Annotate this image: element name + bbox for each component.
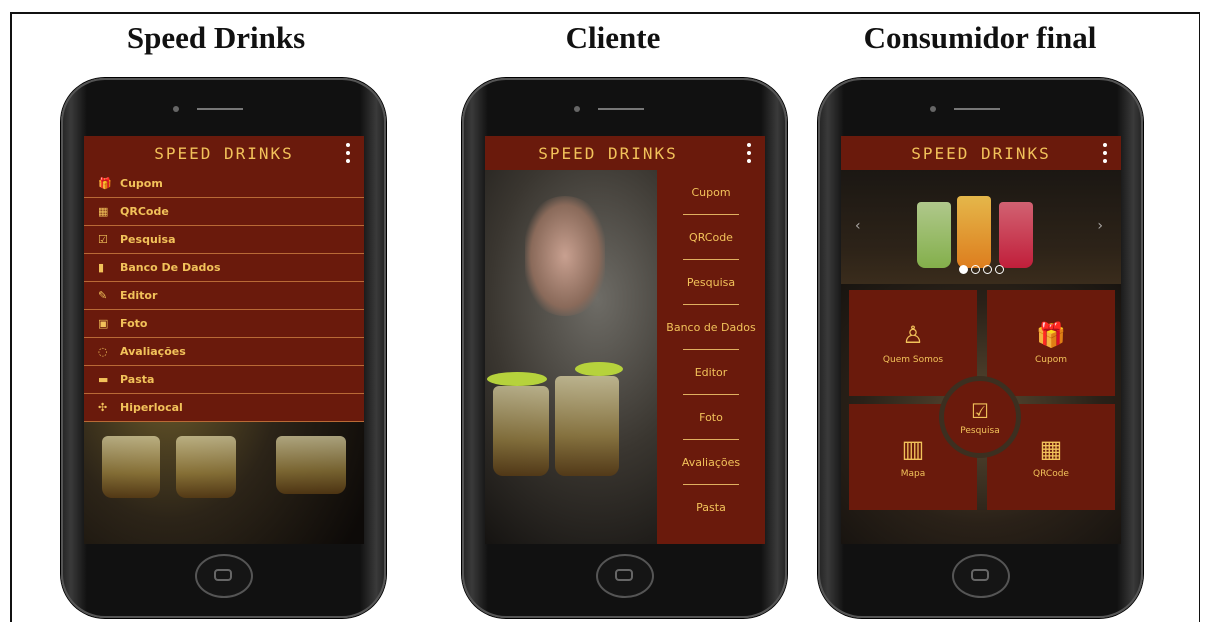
gift-icon: 🎁	[98, 177, 112, 190]
client-side-menu: Cupom QRCode Pesquisa Banco de Dados Edi…	[657, 170, 765, 544]
app-bar: SPEED DRINKS	[841, 136, 1121, 170]
admin-menu-item-foto[interactable]: ▣ Foto	[84, 310, 364, 338]
carousel-drink	[917, 202, 951, 268]
carousel-indicator[interactable]	[959, 265, 968, 274]
image-carousel[interactable]: ‹ ›	[841, 170, 1121, 284]
database-icon: ▮	[98, 261, 105, 274]
admin-menu-item-banco[interactable]: ▮ Banco De Dados	[84, 254, 364, 282]
overflow-menu-icon[interactable]	[342, 143, 354, 163]
background-glass	[493, 386, 549, 476]
tile-pesquisa[interactable]: ☑ Pesquisa	[939, 376, 1021, 458]
user-icon: ♙	[902, 321, 924, 349]
admin-menu-item-hiperlocal[interactable]: ✣ Hiperlocal	[84, 394, 364, 422]
qrcode-icon: ▦	[1039, 435, 1063, 463]
phone-client: SPEED DRINKS Cupom QRCode Pesquisa Banco…	[462, 78, 787, 618]
folder-icon: ▬	[98, 373, 109, 386]
phone-speaker	[598, 108, 644, 110]
overflow-menu-icon[interactable]	[1099, 143, 1111, 163]
phone-admin: SPEED DRINKS 🎁 Cupom ▦ QRCode ☑ Pesquisa ▮ B…	[61, 78, 386, 618]
lime-slice	[575, 362, 623, 376]
background-glass	[276, 436, 346, 494]
home-button[interactable]	[595, 554, 654, 598]
gift-icon: 🎁	[1036, 321, 1066, 349]
left-column-title: Speed Drinks	[126, 20, 306, 55]
background-glass	[555, 376, 619, 476]
tile-quem-somos[interactable]: ♙ Quem Somos	[849, 290, 977, 396]
admin-menu-item-editor[interactable]: ✎ Editor	[84, 282, 364, 310]
hyperlocal-icon: ✣	[98, 401, 108, 414]
client-menu-item-cupom[interactable]: Cupom	[657, 170, 765, 215]
consumer-screen: SPEED DRINKS ‹ › ♙ Quem Somos 🎁 Cupom ▥ …	[841, 136, 1121, 544]
client-screen: SPEED DRINKS Cupom QRCode Pesquisa Banco…	[485, 136, 765, 544]
home-tiles: ♙ Quem Somos 🎁 Cupom ▥ Mapa ▦ QRCode ☑ P…	[841, 284, 1121, 544]
comment-icon: ◌	[98, 345, 108, 358]
map-icon: ▥	[901, 435, 925, 463]
app-title: SPEED DRINKS	[911, 143, 1051, 163]
edit-icon: ✎	[98, 289, 108, 302]
client-menu-item-foto[interactable]: Foto	[657, 395, 765, 440]
image-icon: ▣	[98, 317, 109, 330]
carousel-indicators	[959, 265, 1004, 274]
client-menu-item-pesquisa[interactable]: Pesquisa	[657, 260, 765, 305]
phone-speaker	[197, 108, 243, 110]
carousel-indicator[interactable]	[971, 265, 980, 274]
qrcode-icon: ▦	[98, 205, 109, 218]
client-menu-item-qrcode[interactable]: QRCode	[657, 215, 765, 260]
app-title: SPEED DRINKS	[154, 143, 294, 163]
background-glass	[176, 436, 236, 498]
camera-sensor	[930, 106, 936, 112]
home-button[interactable]	[194, 554, 253, 598]
admin-menu-item-cupom[interactable]: 🎁 Cupom	[84, 170, 364, 198]
tile-cupom[interactable]: 🎁 Cupom	[987, 290, 1115, 396]
home-button[interactable]	[951, 554, 1010, 598]
camera-sensor	[173, 106, 179, 112]
client-menu-item-banco[interactable]: Banco de Dados	[657, 305, 765, 350]
carousel-next-icon[interactable]: ›	[1097, 218, 1103, 234]
admin-menu-item-pesquisa[interactable]: ☑ Pesquisa	[84, 226, 364, 254]
carousel-indicator[interactable]	[995, 265, 1004, 274]
carousel-indicator[interactable]	[983, 265, 992, 274]
admin-menu: 🎁 Cupom ▦ QRCode ☑ Pesquisa ▮ Banco De Dados…	[84, 170, 364, 422]
carousel-prev-icon[interactable]: ‹	[855, 218, 861, 234]
lime-slice	[487, 372, 547, 386]
app-title: SPEED DRINKS	[538, 143, 678, 163]
admin-menu-item-avaliacoes[interactable]: ◌ Avaliações	[84, 338, 364, 366]
phone-speaker	[954, 108, 1000, 110]
carousel-drink	[957, 196, 991, 268]
hand-photo	[525, 196, 605, 316]
client-menu-item-editor[interactable]: Editor	[657, 350, 765, 395]
checkbox-icon: ☑	[98, 233, 108, 246]
app-bar: SPEED DRINKS	[485, 136, 765, 170]
overflow-menu-icon[interactable]	[743, 143, 755, 163]
admin-menu-item-qrcode[interactable]: ▦ QRCode	[84, 198, 364, 226]
background-glass	[102, 436, 160, 498]
app-bar: SPEED DRINKS	[84, 136, 364, 170]
carousel-drink	[999, 202, 1033, 268]
camera-sensor	[574, 106, 580, 112]
checkbox-icon: ☑	[971, 398, 989, 423]
middle-column-title: Cliente	[565, 20, 661, 55]
admin-menu-item-pasta[interactable]: ▬ Pasta	[84, 366, 364, 394]
right-column-title: Consumidor final	[863, 20, 1097, 55]
client-menu-item-pasta[interactable]: Pasta	[657, 485, 765, 530]
phone-consumer: SPEED DRINKS ‹ › ♙ Quem Somos 🎁 Cupom ▥ …	[818, 78, 1143, 618]
admin-screen: SPEED DRINKS 🎁 Cupom ▦ QRCode ☑ Pesquisa ▮ B…	[84, 136, 364, 544]
client-menu-item-avaliacoes[interactable]: Avaliações	[657, 440, 765, 485]
